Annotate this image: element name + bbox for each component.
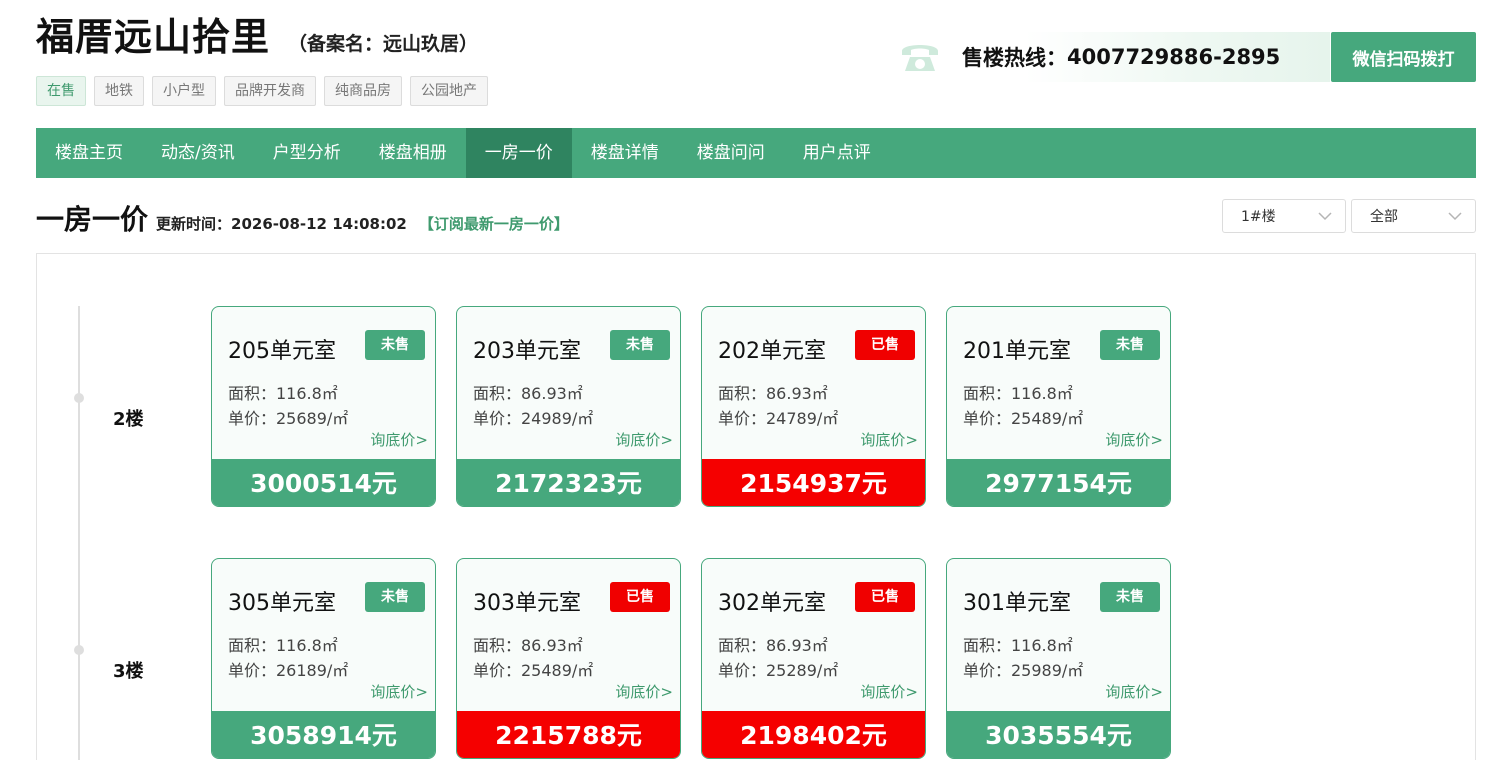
status-select-value: 全部 bbox=[1370, 209, 1398, 225]
hotline-label: 售楼热线： bbox=[962, 46, 1067, 70]
nav-item-news[interactable]: 动态/资讯 bbox=[142, 128, 254, 178]
ask-price-link[interactable]: 询底价> bbox=[860, 429, 918, 450]
tag: 小户型 bbox=[152, 76, 216, 106]
unit-room: 201单元室 bbox=[963, 339, 1071, 364]
unit-card[interactable]: 305单元室 未售 面积：116.8㎡ 单价：26189/㎡ 询底价> 3058… bbox=[211, 558, 436, 759]
unit-card[interactable]: 302单元室 已售 面积：86.93㎡ 单价：25289/㎡ 询底价> 2198… bbox=[701, 558, 926, 759]
floor-label: 2楼 bbox=[113, 409, 144, 430]
tag: 公园地产 bbox=[410, 76, 488, 106]
update-time: 2026-08-12 14:08:02 bbox=[231, 215, 407, 233]
status-badge: 已售 bbox=[855, 330, 915, 360]
update-label: 更新时间： bbox=[156, 215, 232, 233]
unit-area: 面积：116.8㎡ bbox=[963, 384, 1073, 403]
phone-icon bbox=[896, 33, 944, 81]
unit-area: 面积：86.93㎡ bbox=[473, 384, 583, 403]
section-header: 一房一价 更新时间： 2026-08-12 14:08:02 【订阅最新一房一价… bbox=[36, 198, 569, 238]
unit-price: 单价：24789/㎡ bbox=[718, 409, 839, 428]
nav-item-price-list[interactable]: 一房一价 bbox=[465, 128, 572, 178]
unit-card[interactable]: 205单元室 未售 面积：116.8㎡ 单价：25689/㎡ 询底价> 3000… bbox=[211, 306, 436, 507]
status-badge: 已售 bbox=[855, 582, 915, 612]
ask-price-link[interactable]: 询底价> bbox=[370, 681, 428, 702]
timeline-dot bbox=[74, 645, 84, 655]
unit-card[interactable]: 202单元室 已售 面积：86.93㎡ 单价：24789/㎡ 询底价> 2154… bbox=[701, 306, 926, 507]
unit-total-price: 2977154元 bbox=[947, 459, 1170, 506]
unit-room: 205单元室 bbox=[228, 339, 336, 364]
nav-item-home[interactable]: 楼盘主页 bbox=[36, 128, 142, 178]
status-badge: 未售 bbox=[365, 330, 425, 360]
unit-room: 301单元室 bbox=[963, 591, 1071, 616]
unit-price: 单价：24989/㎡ bbox=[473, 409, 594, 428]
hotline-box: 售楼热线： 4007729886-2895 bbox=[894, 32, 1330, 82]
chevron-down-icon bbox=[1317, 208, 1333, 228]
unit-total-price: 2154937元 bbox=[702, 459, 925, 506]
unit-price: 单价：25289/㎡ bbox=[718, 661, 839, 680]
project-title: 福厝远山拾里 bbox=[36, 15, 271, 59]
building-select-value: 1#楼 bbox=[1241, 209, 1276, 225]
status-badge: 未售 bbox=[1100, 330, 1160, 360]
nav-item-details[interactable]: 楼盘详情 bbox=[572, 128, 678, 178]
unit-area: 面积：116.8㎡ bbox=[228, 636, 338, 655]
unit-card[interactable]: 203单元室 未售 面积：86.93㎡ 单价：24989/㎡ 询底价> 2172… bbox=[456, 306, 681, 507]
unit-price: 单价：25489/㎡ bbox=[473, 661, 594, 680]
nav-item-qa[interactable]: 楼盘问问 bbox=[678, 128, 784, 178]
unit-area: 面积：116.8㎡ bbox=[228, 384, 338, 403]
unit-card[interactable]: 201单元室 未售 面积：116.8㎡ 单价：25489/㎡ 询底价> 2977… bbox=[946, 306, 1171, 507]
ask-price-link[interactable]: 询底价> bbox=[860, 681, 918, 702]
timeline-dot bbox=[74, 393, 84, 403]
unit-room: 303单元室 bbox=[473, 591, 581, 616]
unit-area: 面积：86.93㎡ bbox=[718, 384, 828, 403]
ask-price-link[interactable]: 询底价> bbox=[370, 429, 428, 450]
section-title: 一房一价 bbox=[36, 203, 149, 236]
hotline-number: 4007729886-2895 bbox=[1067, 45, 1281, 69]
status-select[interactable]: 全部 bbox=[1351, 199, 1476, 233]
unit-total-price: 2198402元 bbox=[702, 711, 925, 758]
tag: 品牌开发商 bbox=[224, 76, 316, 106]
unit-card[interactable]: 301单元室 未售 面积：116.8㎡ 单价：25989/㎡ 询底价> 3035… bbox=[946, 558, 1171, 759]
subscribe-link[interactable]: 【订阅最新一房一价】 bbox=[419, 213, 569, 234]
tag: 地铁 bbox=[94, 76, 144, 106]
unit-room: 202单元室 bbox=[718, 339, 826, 364]
unit-area: 面积：116.8㎡ bbox=[963, 636, 1073, 655]
unit-price: 单价：25989/㎡ bbox=[963, 661, 1084, 680]
main-nav: 楼盘主页 动态/资讯 户型分析 楼盘相册 一房一价 楼盘详情 楼盘问问 用户点评 bbox=[36, 128, 1476, 178]
unit-area: 面积：86.93㎡ bbox=[473, 636, 583, 655]
unit-total-price: 2215788元 bbox=[457, 711, 680, 758]
ask-price-link[interactable]: 询底价> bbox=[1105, 429, 1163, 450]
unit-total-price: 2172323元 bbox=[457, 459, 680, 506]
unit-total-price: 3058914元 bbox=[212, 711, 435, 758]
status-badge: 未售 bbox=[610, 330, 670, 360]
unit-price: 单价：25489/㎡ bbox=[963, 409, 1084, 428]
unit-total-price: 3000514元 bbox=[212, 459, 435, 506]
tag-list: 在售 地铁 小户型 品牌开发商 纯商品房 公园地产 bbox=[36, 76, 488, 106]
wechat-scan-call-button[interactable]: 微信扫码拨打 bbox=[1331, 32, 1476, 82]
unit-total-price: 3035554元 bbox=[947, 711, 1170, 758]
nav-item-reviews[interactable]: 用户点评 bbox=[784, 128, 890, 178]
unit-price: 单价：26189/㎡ bbox=[228, 661, 349, 680]
unit-price: 单价：25689/㎡ bbox=[228, 409, 349, 428]
ask-price-link[interactable]: 询底价> bbox=[615, 429, 673, 450]
ask-price-link[interactable]: 询底价> bbox=[1105, 681, 1163, 702]
unit-room: 305单元室 bbox=[228, 591, 336, 616]
price-list-panel: 2楼 3楼 205单元室 未售 面积：116.8㎡ 单价：25689/㎡ 询底价… bbox=[36, 253, 1476, 760]
floor-label: 3楼 bbox=[113, 661, 144, 682]
status-badge: 未售 bbox=[365, 582, 425, 612]
chevron-down-icon bbox=[1447, 208, 1463, 228]
project-alias: （备案名：远山玖居） bbox=[288, 33, 479, 55]
unit-room: 203单元室 bbox=[473, 339, 581, 364]
nav-item-floorplans[interactable]: 户型分析 bbox=[254, 128, 360, 178]
floor-timeline bbox=[78, 306, 80, 760]
status-badge: 已售 bbox=[610, 582, 670, 612]
tag: 纯商品房 bbox=[324, 76, 402, 106]
ask-price-link[interactable]: 询底价> bbox=[615, 681, 673, 702]
unit-card[interactable]: 303单元室 已售 面积：86.93㎡ 单价：25489/㎡ 询底价> 2215… bbox=[456, 558, 681, 759]
unit-area: 面积：86.93㎡ bbox=[718, 636, 828, 655]
unit-room: 302单元室 bbox=[718, 591, 826, 616]
building-select[interactable]: 1#楼 bbox=[1222, 199, 1346, 233]
tag-status: 在售 bbox=[36, 76, 86, 106]
nav-item-album[interactable]: 楼盘相册 bbox=[360, 128, 466, 178]
status-badge: 未售 bbox=[1100, 582, 1160, 612]
project-header: 福厝远山拾里 （备案名：远山玖居） bbox=[36, 6, 478, 61]
